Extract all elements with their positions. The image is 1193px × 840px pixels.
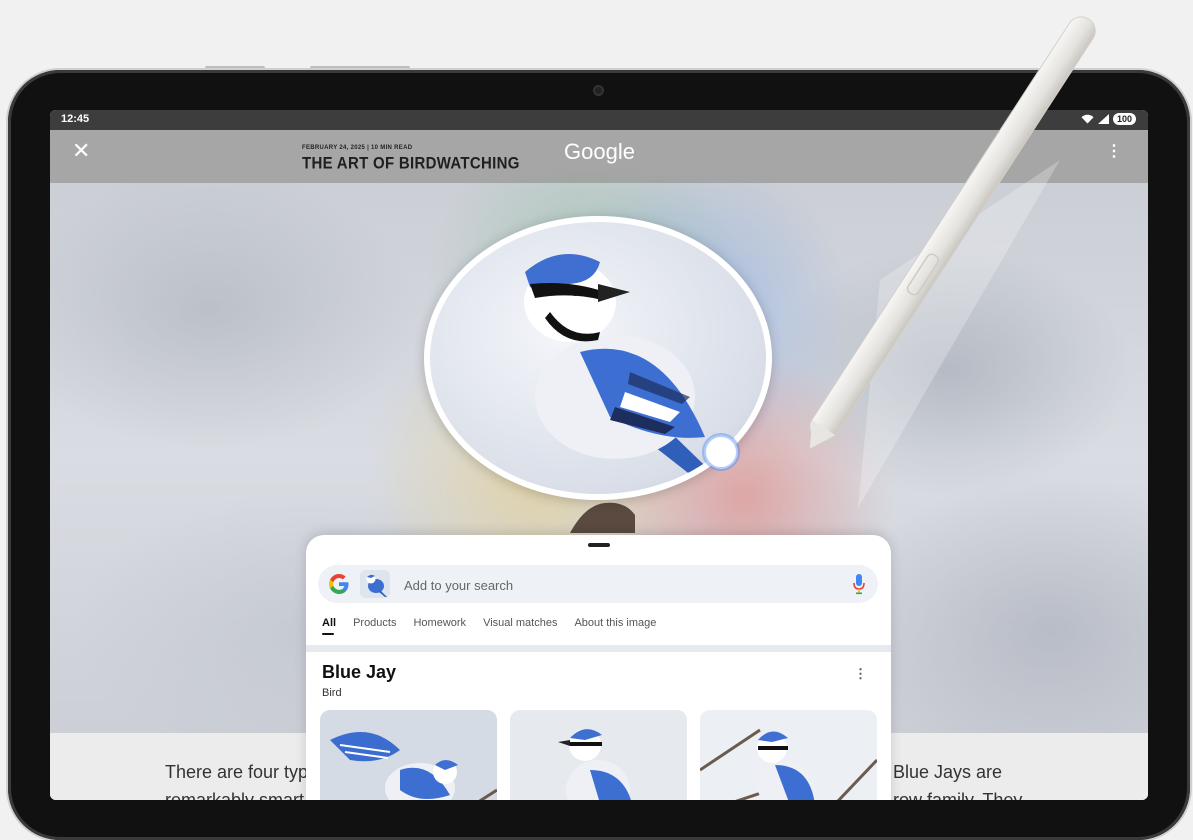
google-g-icon bbox=[329, 574, 349, 594]
google-brand: Google bbox=[564, 139, 635, 164]
result-subtitle: Bird bbox=[322, 687, 342, 699]
selected-region[interactable] bbox=[424, 216, 772, 500]
blue-jay-flying-image bbox=[320, 710, 497, 800]
article-title: THE ART OF BIRDWATCHING bbox=[302, 154, 520, 173]
tab-visual-matches[interactable]: Visual matches bbox=[483, 617, 557, 635]
tab-products[interactable]: Products bbox=[353, 617, 396, 635]
thumbnail-image bbox=[360, 570, 390, 598]
mic-icon[interactable] bbox=[852, 573, 866, 595]
article-line: row family. They bbox=[893, 790, 1023, 800]
article-text-left: There are four typ remarkably smart bbox=[165, 758, 308, 800]
article-line: remarkably smart bbox=[165, 790, 305, 800]
result-image-3[interactable] bbox=[700, 710, 877, 800]
search-bar[interactable] bbox=[318, 565, 878, 603]
status-icons: 100 bbox=[1081, 113, 1136, 125]
tab-about-this-image[interactable]: About this image bbox=[574, 617, 656, 635]
front-camera bbox=[593, 85, 604, 96]
article-line: Blue Jays are bbox=[893, 762, 1003, 782]
blue-jay-snow-branch-image bbox=[700, 710, 877, 800]
tab-homework[interactable]: Homework bbox=[413, 617, 466, 635]
article-text-right: Blue Jays are row family. They bbox=[893, 758, 1022, 800]
search-input[interactable] bbox=[402, 571, 826, 599]
blue-jay-image bbox=[524, 254, 730, 494]
result-image-2[interactable] bbox=[510, 710, 687, 800]
signal-icon bbox=[1097, 114, 1109, 124]
close-icon[interactable]: ✕ bbox=[72, 138, 90, 164]
result-more-icon[interactable]: ⋮ bbox=[854, 666, 867, 682]
blue-jay-perched-image bbox=[510, 710, 687, 800]
article-line: There are four typ bbox=[165, 762, 309, 782]
section-divider bbox=[306, 645, 891, 652]
wifi-icon bbox=[1081, 114, 1094, 124]
drag-handle[interactable] bbox=[588, 543, 610, 547]
result-title: Blue Jay bbox=[322, 662, 397, 682]
lens-app-bar: ✕ FEBRUARY 24, 2025 | 10 MIN READ THE AR… bbox=[50, 130, 1148, 183]
screen: 12:45 100 ✕ FEBRUARY 24, 2025 | 10 MIN R… bbox=[50, 110, 1148, 800]
more-vert-icon[interactable]: ⋮ bbox=[1106, 141, 1122, 161]
status-time: 12:45 bbox=[61, 113, 90, 125]
selection-thumbnail[interactable] bbox=[360, 570, 390, 598]
result-tabs: All Products Homework Visual matches Abo… bbox=[322, 617, 673, 635]
result-image-1[interactable] bbox=[320, 710, 497, 800]
article-meta: FEBRUARY 24, 2025 | 10 MIN READ bbox=[302, 145, 413, 151]
tab-all[interactable]: All bbox=[322, 617, 336, 635]
status-bar: 12:45 100 bbox=[50, 110, 1148, 130]
search-results-sheet[interactable]: All Products Homework Visual matches Abo… bbox=[306, 535, 891, 800]
battery-indicator: 100 bbox=[1112, 113, 1136, 125]
